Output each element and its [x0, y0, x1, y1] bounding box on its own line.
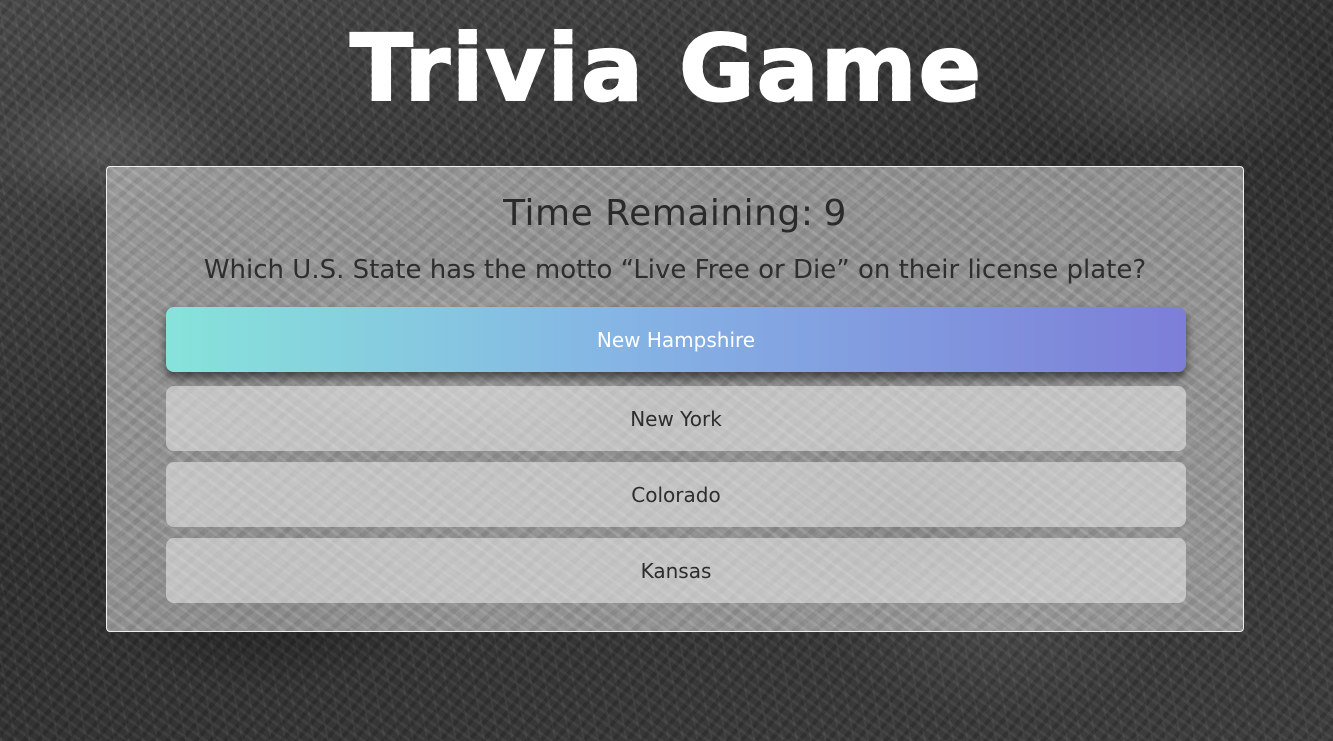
- answer-button-colorado[interactable]: Colorado: [166, 462, 1186, 527]
- question-text: Which U.S. State has the motto “Live Fre…: [203, 255, 1147, 285]
- page-title: Trivia Game: [0, 14, 1333, 124]
- answer-list: New Hampshire New York Colorado Kansas: [166, 307, 1186, 614]
- timer-value: 9: [823, 193, 847, 234]
- timer: Time Remaining: 9: [107, 193, 1243, 234]
- page-title-text: Trivia Game: [349, 14, 984, 123]
- answer-button-new-hampshire[interactable]: New Hampshire: [166, 307, 1186, 372]
- answer-button-new-york[interactable]: New York: [166, 386, 1186, 451]
- question-panel: Time Remaining: 9 Which U.S. State has th…: [106, 166, 1244, 632]
- answer-button-kansas[interactable]: Kansas: [166, 538, 1186, 603]
- timer-label: Time Remaining:: [503, 193, 814, 234]
